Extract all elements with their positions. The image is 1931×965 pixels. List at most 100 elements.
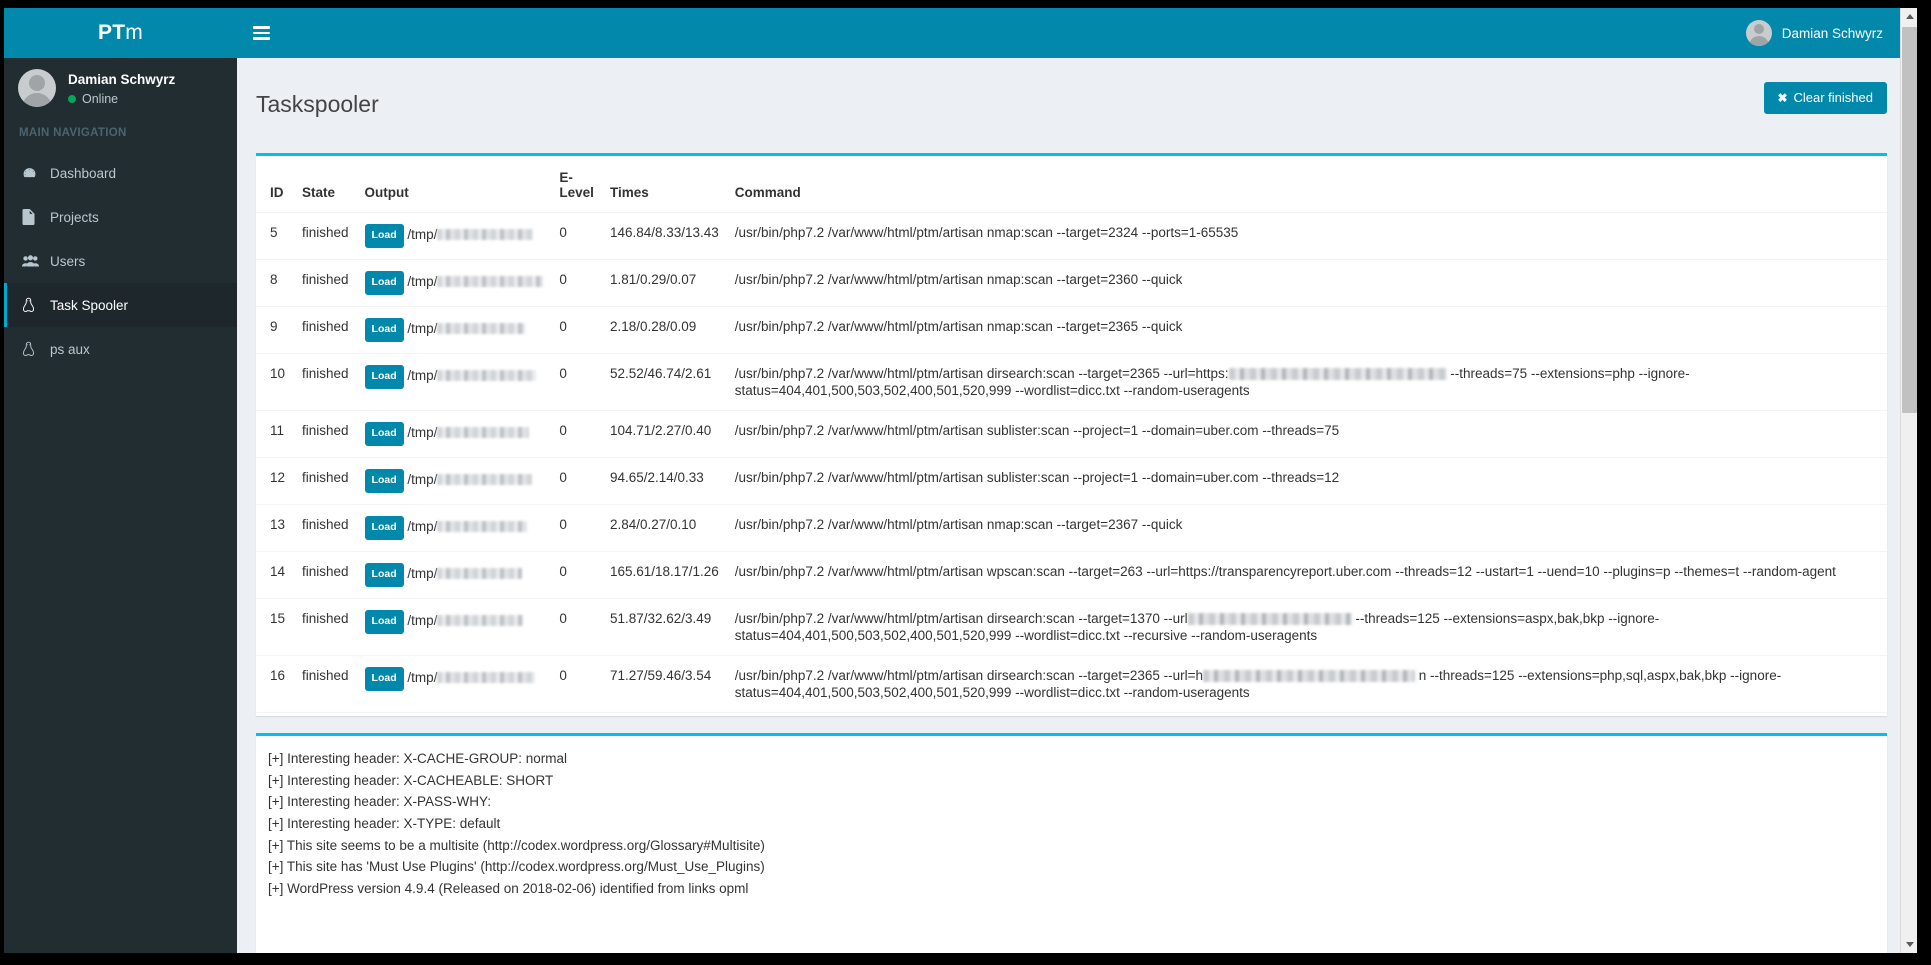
sidebar-item-label: Projects xyxy=(50,209,99,225)
cell-state: finished xyxy=(294,305,357,354)
table-row: 14 finished Load /tmp/0 165.61/18.17/1.26/u… xyxy=(256,550,1887,599)
tasks-table-head: ID State Output E- Level Times Command xyxy=(256,155,1887,213)
load-output-button[interactable]: Load xyxy=(364,515,404,540)
window-chrome-right xyxy=(1921,0,1931,965)
tasks-panel: ID State Output E- Level Times Command 5… xyxy=(256,152,1887,716)
cell-command: /usr/bin/php7.2 /var/www/html/ptm/artisa… xyxy=(726,654,1887,713)
scroll-up-arrow-icon[interactable] xyxy=(1901,8,1917,25)
cell-id: 10 xyxy=(256,352,294,411)
output-path: /tmp/ xyxy=(403,320,438,336)
sidebar-item-dashboard[interactable]: Dashboard xyxy=(4,151,237,195)
sidebar-user-name: Damian Schwyrz xyxy=(68,72,176,87)
hamburger-icon xyxy=(252,23,270,42)
cell-command: /usr/bin/php7.2 /var/www/html/ptm/artisa… xyxy=(726,456,1887,505)
cell-times: 94.65/2.14/0.33 xyxy=(601,456,727,505)
cell-id: 17 xyxy=(256,711,294,716)
column-header-times: Times xyxy=(601,155,727,213)
scroll-down-arrow-icon[interactable] xyxy=(1901,936,1917,953)
table-row: 13 finished Load /tmp/0 2.84/0.27/0.10/usr/… xyxy=(256,503,1887,552)
column-header-elevel-line2: Level xyxy=(559,184,594,200)
brand-logo-light: m xyxy=(125,21,143,44)
avatar xyxy=(18,69,56,107)
table-row: 10 finished Load /tmp/0 52.52/46.74/2.61/us… xyxy=(256,352,1887,411)
cell-times: 165.61/18.17/1.26 xyxy=(601,550,727,599)
table-row: 15 finished Load /tmp/0 51.87/32.62/3.49/us… xyxy=(256,597,1887,656)
table-header-row: ID State Output E- Level Times Command xyxy=(256,155,1887,213)
load-output-button[interactable]: Load xyxy=(364,609,404,634)
cell-output: Load /tmp/ xyxy=(357,212,552,259)
column-header-state: State xyxy=(294,155,357,213)
load-output-button[interactable]: Load xyxy=(364,364,404,389)
cell-output: Load /tmp/ xyxy=(356,503,552,552)
load-output-button[interactable]: Load xyxy=(364,421,404,446)
log-line: [+] This site seems to be a multisite (h… xyxy=(268,837,765,853)
content-header: Taskspooler ✖ Clear finished xyxy=(237,58,1917,135)
redacted-output-filename xyxy=(437,614,524,626)
column-header-elevel: E- Level xyxy=(551,155,602,213)
cell-times: 146.84/8.33/13.43 xyxy=(609,224,719,240)
cell-id: 15 xyxy=(256,597,294,656)
online-status-dot xyxy=(68,95,76,103)
cell-output: Load /tmp/ xyxy=(356,711,552,716)
brand-logo-bold: PT xyxy=(98,21,126,44)
table-row: 17finishedLoad /tmp/039.07/31.86/4.15/us… xyxy=(256,711,1887,716)
cell-command: /usr/bin/php7.2 /var/www/html/ptm/artisa… xyxy=(726,597,1887,656)
sidebar-user-panel: Damian Schwyrz Online xyxy=(4,58,237,115)
brand-logo[interactable]: PT m xyxy=(4,8,237,58)
cell-times: 1.81/0.29/0.07 xyxy=(601,258,727,307)
table-row: 8 finished Load /tmp/0 1.81/0.29/0.07/usr/b… xyxy=(256,258,1887,307)
sidebar-item-projects[interactable]: Projects xyxy=(4,195,237,239)
cell-command: /usr/bin/php7.2 /var/www/html/ptm/artisa… xyxy=(726,258,1887,307)
scrollbar-thumb[interactable] xyxy=(1902,27,1917,413)
cell-elevel: 0 xyxy=(551,597,602,656)
cell-state: finished xyxy=(294,409,357,458)
cell-output: Load /tmp/ xyxy=(356,550,552,599)
sidebar-item-task-spooler[interactable]: Task Spooler xyxy=(4,283,237,327)
log-output-panel: [+] Interesting header: X-CACHE-GROUP: n… xyxy=(256,732,1887,953)
table-row: 12 finished Load /tmp/0 94.65/2.14/0.33/usr… xyxy=(256,456,1887,505)
cell-id: 13 xyxy=(256,503,294,552)
linux-icon xyxy=(22,341,48,357)
log-line: [+] This site has 'Must Use Plugins' (ht… xyxy=(268,859,765,875)
load-output-button[interactable]: Load xyxy=(364,223,404,248)
clear-finished-label: Clear finished xyxy=(1793,90,1874,105)
browser-window: PT m Damian Schwyrz Online MAIN NAVIGATIO… xyxy=(0,0,1931,965)
sidebar-item-ps-aux[interactable]: ps aux xyxy=(4,327,237,371)
log-line: [+] Interesting header: X-CACHE-GROUP: n… xyxy=(268,750,567,766)
file-icon xyxy=(22,209,48,225)
topbar: Damian Schwyrz xyxy=(237,8,1917,58)
load-output-button[interactable]: Load xyxy=(364,317,404,342)
window-chrome-top xyxy=(0,0,1931,8)
output-path: /tmp/ xyxy=(403,471,438,487)
output-path: /tmp/ xyxy=(403,273,438,289)
user-menu[interactable]: Damian Schwyrz xyxy=(1745,20,1917,46)
redacted-output-filename xyxy=(437,426,530,438)
cell-elevel: 0 xyxy=(551,409,602,458)
cell-output: Load /tmp/ xyxy=(356,305,552,354)
cell-command: /usr/bin/php7.2 /var/www/html/ptm/artisa… xyxy=(726,409,1887,458)
load-output-button[interactable]: Load xyxy=(364,562,404,587)
application-root: PT m Damian Schwyrz Online MAIN NAVIGATIO… xyxy=(4,8,1917,953)
load-output-button[interactable]: Load xyxy=(364,666,404,691)
output-path: /tmp/ xyxy=(403,226,438,242)
page-title: Taskspooler xyxy=(256,91,379,118)
output-path: /tmp/ xyxy=(403,565,438,581)
output-path: /tmp/ xyxy=(403,367,438,383)
page-scrollbar[interactable] xyxy=(1900,8,1917,953)
clear-finished-button[interactable]: ✖ Clear finished xyxy=(1764,82,1887,114)
command-prefix: /usr/bin/php7.2 /var/www/html/ptm/artisa… xyxy=(734,610,1188,626)
command-prefix: /usr/bin/php7.2 /var/www/html/ptm/artisa… xyxy=(734,667,1203,683)
column-header-command: Command xyxy=(726,155,1887,213)
cell-command: /usr/bin/php7.2 /var/www/html/ptm/artisa… xyxy=(734,224,1239,240)
redacted-output-filename xyxy=(437,671,536,683)
load-output-button[interactable]: Load xyxy=(364,270,404,295)
sidebar-item-users[interactable]: Users xyxy=(4,239,237,283)
log-line: [+] Interesting header: X-TYPE: default xyxy=(268,815,501,831)
cell-state: finished xyxy=(294,503,357,552)
cell-times: 52.52/46.74/2.61 xyxy=(601,352,727,411)
cell-state: finished xyxy=(294,456,357,505)
menu-toggle-button[interactable] xyxy=(237,8,285,58)
redacted-url xyxy=(1187,612,1352,625)
load-output-button[interactable]: Load xyxy=(364,468,404,493)
cell-times: 2.18/0.28/0.09 xyxy=(601,305,727,354)
